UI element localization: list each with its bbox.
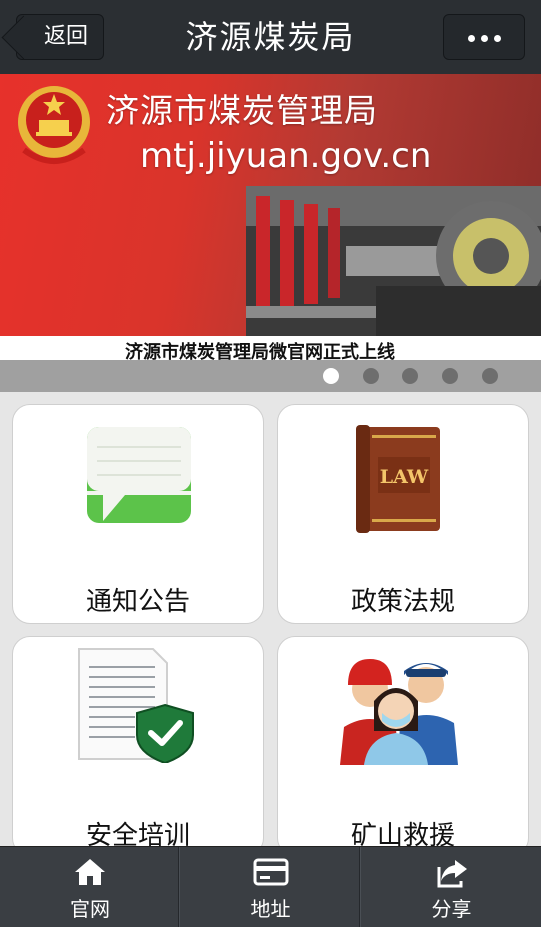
carousel-dot[interactable] [402, 368, 418, 384]
banner-url: mtj.jiyuan.gov.cn [140, 136, 432, 176]
safety-document-icon [78, 648, 194, 763]
tile-notices[interactable]: 通知公告 [12, 404, 264, 624]
tab-address[interactable]: 地址 [181, 847, 360, 927]
carousel-pager [0, 360, 541, 392]
carousel-dot[interactable] [323, 368, 339, 384]
back-button[interactable]: 返回 [16, 14, 104, 60]
tile-policies[interactable]: LAW 政策法规 [277, 404, 529, 624]
mining-machine-image [246, 186, 541, 336]
tile-safety-training[interactable]: 安全培训 [12, 636, 264, 856]
home-icon [75, 859, 105, 885]
back-button-label: 返回 [43, 24, 88, 49]
law-book-icon: LAW [356, 425, 440, 533]
tile-label: 政策法规 [350, 587, 455, 617]
top-navigation-bar: 返回 济源煤炭局 [0, 0, 541, 74]
tile-mine-rescue[interactable]: 矿山救援 [277, 636, 529, 856]
rescue-staff-icon [340, 659, 458, 765]
tab-label: 分享 [431, 897, 472, 921]
national-emblem-icon [18, 86, 90, 164]
carousel-dot[interactable] [442, 368, 458, 384]
more-button[interactable] [443, 14, 525, 60]
share-icon [437, 860, 467, 888]
tab-label: 官网 [70, 897, 110, 921]
carousel-dot[interactable] [482, 368, 498, 384]
banner-caption: 济源市煤炭管理局微官网正式上线 [125, 342, 395, 360]
tab-label: 地址 [250, 897, 291, 921]
banner-heading: 济源市煤炭管理局 [106, 91, 378, 130]
tab-website[interactable]: 官网 [0, 847, 180, 927]
notice-icon [87, 427, 191, 523]
card-icon [253, 858, 288, 886]
law-text: LAW [380, 466, 429, 488]
banner-slide[interactable]: 济源市煤炭管理局 mtj.jiyuan.gov.cn 济源市煤炭管理局微官网正式… [0, 74, 541, 360]
tab-share[interactable]: 分享 [362, 847, 541, 927]
tile-label: 通知公告 [85, 587, 190, 617]
page-title: 济源煤炭局 [185, 18, 356, 56]
bottom-tab-bar: 官网 地址 分享 [0, 846, 541, 927]
carousel-dot[interactable] [363, 368, 379, 384]
